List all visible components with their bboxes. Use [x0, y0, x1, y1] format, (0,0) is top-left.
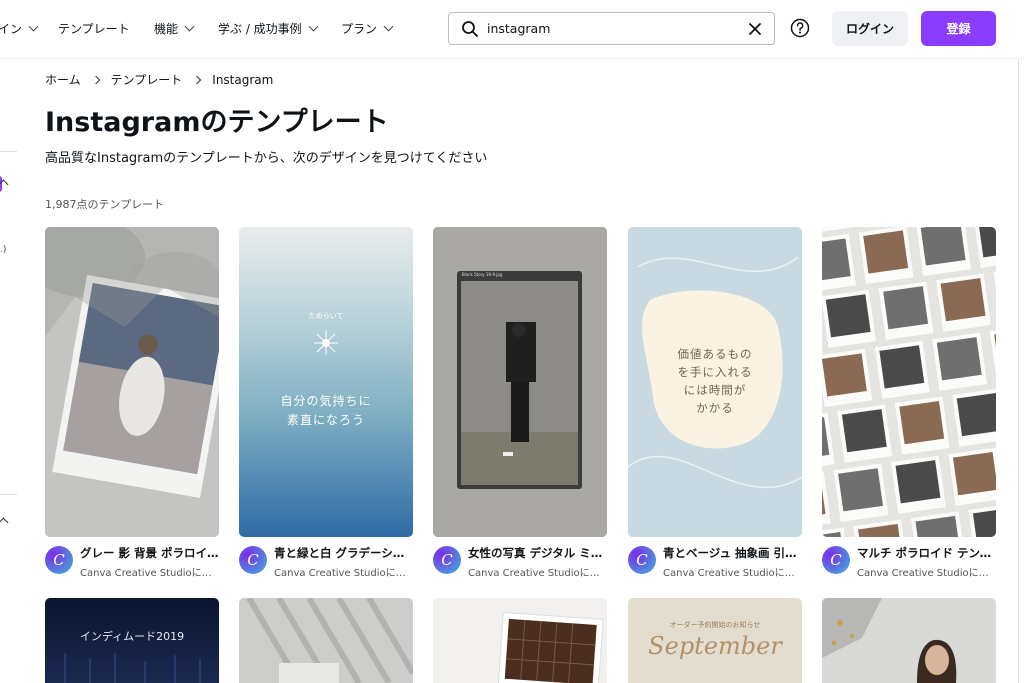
- nav-item-templates[interactable]: テンプレート: [58, 20, 130, 37]
- template-title[interactable]: マルチ ポラロイド テンプレート インスタグラムストーリー: [857, 545, 996, 561]
- chevron-down-icon: [28, 21, 39, 32]
- nav-label: プラン: [341, 22, 378, 36]
- thumbnail-text-line: を手に入れる: [677, 365, 753, 379]
- template-author[interactable]: Canva Creative Studioによる作品: [468, 564, 607, 579]
- template-thumbnail[interactable]: [433, 598, 607, 683]
- template-title[interactable]: グレー 影 背景 ポラロイド 写真 インスタグラムストーリー: [80, 545, 219, 561]
- divider: [0, 494, 17, 495]
- nav-item-features[interactable]: 機能: [154, 20, 195, 37]
- chevron-up-icon[interactable]: [0, 517, 9, 528]
- template-author[interactable]: Canva Creative Studioによる作品: [663, 564, 802, 579]
- breadcrumb: ホーム テンプレート Instagram: [45, 71, 273, 88]
- thumbnail-image: [433, 598, 607, 683]
- polaroid-photo: [895, 460, 941, 504]
- thumbnail-image: [239, 598, 413, 683]
- polaroid-photo: [822, 353, 867, 397]
- template-thumbnail[interactable]: [822, 227, 996, 537]
- breadcrumb-home[interactable]: ホーム: [45, 71, 81, 88]
- page-title: Instagramのテンプレート: [45, 107, 389, 138]
- polaroid-photo: [838, 468, 883, 512]
- template-thumbnail[interactable]: 価値あるもの を手に入れる には時間が かかる: [628, 227, 802, 537]
- chevron-down-icon: [308, 21, 319, 32]
- creator-avatar: C: [433, 546, 461, 574]
- thumbnail-text-line: 自分の気持ちに: [280, 394, 372, 408]
- help-icon[interactable]: [790, 18, 810, 38]
- search-input[interactable]: instagram: [448, 12, 775, 45]
- thumbnail-text: インディムード2019: [79, 630, 185, 643]
- template-title[interactable]: 青と緑と白 グラデーション シンプル インスタグラムストーリー: [274, 545, 413, 561]
- sidebar-text-fragment: .): [0, 245, 7, 255]
- creator-avatar: C: [822, 546, 850, 574]
- template-author[interactable]: Canva Creative Studioによる作品: [857, 564, 996, 579]
- login-button[interactable]: ログイン: [832, 11, 908, 46]
- close-icon[interactable]: [746, 20, 764, 38]
- polaroid-photo: [936, 337, 982, 381]
- nav-label: 機能: [154, 22, 179, 36]
- creator-avatar: C: [239, 546, 267, 574]
- thumbnail-image: [64, 653, 201, 683]
- thumbnail-small-text: ためらいて: [308, 312, 344, 320]
- nav-item-design[interactable]: イン: [0, 20, 39, 37]
- polaroid-photo: [883, 286, 929, 330]
- polaroid-photo: [879, 345, 925, 389]
- sparkle-icon: [314, 331, 338, 355]
- template-thumbnail[interactable]: [45, 227, 219, 537]
- template-title[interactable]: 青とベージュ 抽象画 引用 インスタグラムストーリー: [663, 545, 802, 561]
- creator-avatar: C: [628, 546, 656, 574]
- polaroid-photo: [940, 278, 986, 322]
- nav-item-plans[interactable]: プラン: [341, 20, 394, 37]
- polaroid-photo: [825, 294, 871, 338]
- thumbnail-image: [433, 227, 607, 537]
- template-title[interactable]: 女性の写真 デジタル ミニマル インスタグラムストーリー: [468, 545, 607, 561]
- chevron-down-icon: [184, 21, 195, 32]
- thumbnail-image: [822, 598, 996, 683]
- polaroid-photo: [863, 230, 909, 274]
- template-author[interactable]: Canva Creative Studioによる作品: [80, 564, 219, 579]
- thumbnail-text-line: 素直になろう: [286, 413, 365, 427]
- template-thumbnail[interactable]: オーダー予約開始のお知らせ September: [628, 598, 802, 683]
- divider: [0, 151, 17, 152]
- polaroid-photo: [956, 392, 996, 437]
- template-thumbnail[interactable]: [239, 598, 413, 683]
- creator-avatar: C: [45, 546, 73, 574]
- thumbnail-text-line: 価値あるもの: [677, 347, 753, 361]
- polaroid-photo: [920, 227, 966, 266]
- signup-button[interactable]: 登録: [921, 11, 996, 46]
- thumbnail-small-text: オーダー予約開始のお知らせ: [669, 621, 761, 629]
- template-count: 1,987点のテンプレート: [45, 198, 165, 211]
- chevron-right-icon: [91, 75, 100, 84]
- thumbnail-text: 自分の気持ちに 素直になろう: [239, 392, 413, 430]
- thumbnail-script-text: September: [648, 632, 782, 660]
- divider: [1018, 59, 1019, 683]
- template-thumbnail[interactable]: ためらいて 自分の気持ちに 素直になろう: [239, 227, 413, 537]
- template-author[interactable]: Canva Creative Studioによる作品: [274, 564, 413, 579]
- search-value: instagram: [487, 21, 551, 36]
- template-thumbnail[interactable]: [822, 598, 996, 683]
- thumbnail-image: [822, 227, 996, 537]
- nav-label: テンプレート: [58, 22, 130, 36]
- breadcrumb-templates[interactable]: テンプレート: [111, 71, 183, 88]
- polaroid-photo: [952, 452, 996, 496]
- polaroid-photo: [841, 409, 887, 453]
- chevron-up-icon[interactable]: [0, 179, 9, 190]
- top-navigation: イン テンプレート 機能 学ぶ / 成功事例 プラン instagram ログイ…: [0, 0, 1024, 59]
- nav-label: イン: [0, 22, 23, 36]
- thumbnail-text: 価値あるもの を手に入れる には時間が かかる: [628, 345, 802, 417]
- nav-label: 学ぶ / 成功事例: [218, 22, 302, 36]
- left-sidebar: .): [0, 59, 18, 683]
- template-thumbnail[interactable]: インディムード2019: [45, 598, 219, 683]
- thumbnail-text-line: には時間が: [683, 383, 747, 397]
- nav-item-learn[interactable]: 学ぶ / 成功事例: [218, 20, 319, 37]
- polaroid-photo: [899, 401, 945, 445]
- template-thumbnail[interactable]: Black Story 16-9.jpg: [433, 227, 607, 537]
- chevron-down-icon: [383, 21, 394, 32]
- chevron-right-icon: [193, 75, 202, 84]
- page-subtitle: 高品質なInstagramのテンプレートから、次のデザインを見つけてください: [45, 151, 488, 166]
- thumbnail-image: [45, 227, 219, 537]
- thumbnail-window-title: Black Story 16-9.jpg: [462, 272, 503, 277]
- breadcrumb-current: Instagram: [212, 72, 274, 87]
- thumbnail-text-line: かかる: [696, 401, 734, 415]
- search-icon: [462, 21, 478, 37]
